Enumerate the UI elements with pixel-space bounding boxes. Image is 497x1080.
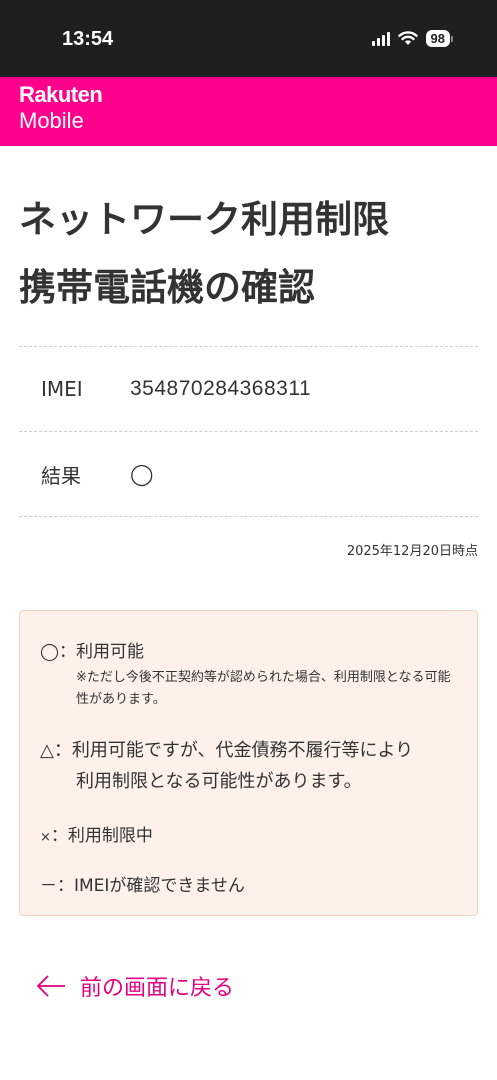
result-row: 結果 ◯	[19, 431, 478, 517]
legend-na: －：IMEIが確認できません	[40, 871, 245, 896]
battery-level: 98	[425, 30, 450, 47]
wifi-icon	[397, 31, 418, 45]
arrow-left-icon	[36, 975, 65, 997]
legend-na-symbol: －	[40, 876, 57, 896]
battery-icon: 98	[425, 30, 453, 47]
imei-label: IMEI	[41, 377, 83, 401]
result-value: ◯	[130, 462, 155, 486]
legend-ng-label: ：利用制限中	[50, 826, 153, 846]
logo-line-2: Mobile	[19, 108, 84, 133]
legend-ok-symbol: ◯	[40, 642, 60, 662]
result-table: IMEI 354870284368311 結果 ◯	[19, 346, 478, 517]
brand-header: Rakuten Mobile	[0, 77, 497, 146]
legend-na-label: ：IMEIが確認できません	[57, 876, 245, 896]
status-bar: 13:54 98	[0, 0, 497, 77]
legend-warn-label-1: ：利用可能ですが、代金債務不履行等により	[53, 740, 414, 761]
rakuten-mobile-logo[interactable]: Rakuten Mobile	[19, 82, 103, 133]
back-link-label: 前の画面に戻る	[80, 976, 235, 1001]
page-title: ネットワーク利用制限 携帯電話機の確認	[19, 186, 479, 322]
legend-ng: ×：利用制限中	[40, 821, 153, 846]
imei-value: 354870284368311	[130, 377, 312, 400]
legend-ok-label: ：利用可能	[59, 642, 145, 662]
logo-line-1: Rakuten	[19, 82, 103, 107]
imei-row: IMEI 354870284368311	[19, 346, 478, 431]
legend-ok-note: ※ただし今後不正契約等が認められた場合、利用制限となる可能性があります。	[76, 670, 451, 707]
status-icons: 98	[371, 30, 453, 47]
legend-warn-label-2: 利用制限となる可能性があります。	[76, 771, 362, 792]
legend-ok: ◯：利用可能	[40, 637, 144, 662]
page-title-line-1: ネットワーク利用制限	[19, 198, 389, 241]
back-link[interactable]: 前の画面に戻る	[36, 970, 234, 1002]
signal-icon	[371, 31, 390, 46]
legend-warn-symbol: △	[40, 740, 54, 761]
legend-warn: △：利用可能ですが、代金債務不履行等により 利用制限となる可能性があります。	[40, 735, 470, 797]
date-stamp: 2025年12月20日時点	[346, 544, 478, 559]
legend-box: ◯：利用可能 ※ただし今後不正契約等が認められた場合、利用制限となる可能性があり…	[19, 610, 478, 916]
status-time: 13:54	[62, 28, 114, 50]
page-title-line-2: 携帯電話機の確認	[19, 266, 315, 309]
result-label: 結果	[41, 463, 81, 488]
legend-ng-symbol: ×	[40, 830, 51, 845]
